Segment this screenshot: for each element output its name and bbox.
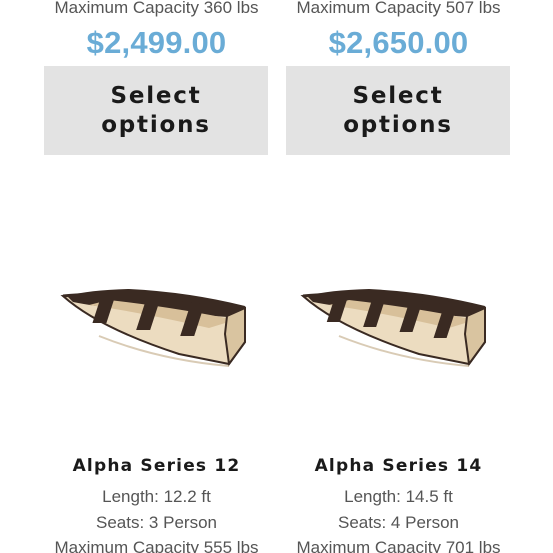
product-length: Length: 12.2 ft — [102, 487, 211, 506]
product-capacity: Maximum Capacity 701 lbs — [296, 538, 501, 553]
product-price: $2,499.00 — [86, 25, 227, 60]
product-capacity: Maximum Capacity 360 lbs — [54, 0, 259, 17]
product-seats: Seats: 4 Person — [338, 513, 459, 532]
product-title[interactable]: Alpha Series 12 — [24, 456, 289, 476]
product-capacity: Maximum Capacity 507 lbs — [296, 0, 501, 17]
product-image[interactable] — [299, 272, 499, 392]
product-price: $2,650.00 — [328, 25, 469, 60]
boat-image-icon — [300, 289, 486, 367]
product-seats: Seats: 3 Person — [96, 513, 217, 532]
product-length: Length: 14.5 ft — [344, 487, 453, 506]
product-capacity: Maximum Capacity 555 lbs — [54, 538, 259, 553]
product-title[interactable]: Alpha Series 14 — [266, 456, 531, 476]
select-options-button[interactable]: Select options — [44, 66, 268, 155]
boat-image-icon — [60, 289, 246, 367]
select-options-label: Select options — [101, 82, 211, 138]
product-image[interactable] — [59, 272, 259, 392]
select-options-label: Select options — [343, 82, 453, 138]
select-options-button[interactable]: Select options — [286, 66, 510, 155]
